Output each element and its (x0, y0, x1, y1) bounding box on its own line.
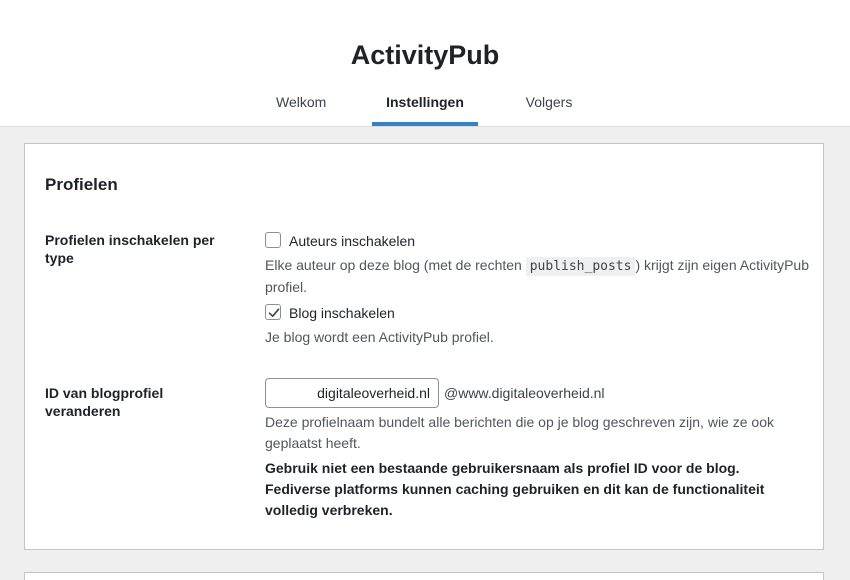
blog-id-warning: Gebruik niet een bestaande gebruikersnaa… (265, 460, 765, 518)
tab-instellingen[interactable]: Instellingen (372, 94, 478, 126)
blog-checkbox[interactable] (265, 304, 281, 320)
tab-welkom[interactable]: Welkom (276, 94, 326, 126)
blog-id-description: Deze profielnaam bundelt alle berichten … (265, 414, 774, 451)
blog-id-suffix: @www.digitaleoverheid.nl (444, 385, 605, 401)
tab-volgers[interactable]: Volgers (525, 94, 573, 126)
authors-checkbox-label[interactable]: Auteurs inschakelen (289, 233, 415, 249)
authors-description: Elke auteur op deze blog (met de rechten… (265, 257, 809, 295)
section-title: Profielen (45, 175, 118, 194)
blog-description: Je blog wordt een ActivityPub profiel. (265, 329, 494, 345)
blog-id-label: ID van blogprofiel veranderen (45, 385, 164, 419)
blog-id-input[interactable] (265, 378, 439, 408)
authors-checkbox[interactable] (265, 232, 281, 248)
blog-checkbox-label[interactable]: Blog inschakelen (289, 305, 395, 321)
next-card (24, 572, 824, 580)
checkmark-icon (268, 308, 280, 317)
capability-code: publish_posts (525, 257, 636, 276)
enable-profiles-label: Profielen inschakelen per type (45, 232, 215, 266)
page-header: ActivityPub Welkom Instellingen Volgers (0, 0, 850, 127)
profiles-card: Profielen Profielen inschakelen per type… (24, 143, 824, 550)
page-title: ActivityPub (350, 40, 500, 70)
